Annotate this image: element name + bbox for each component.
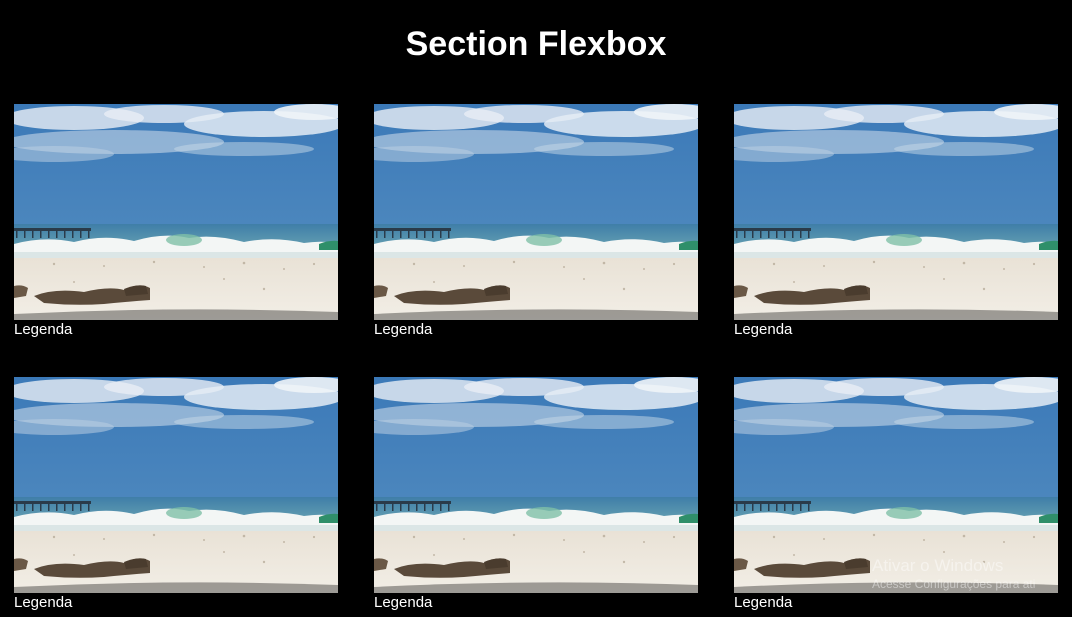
gallery-figure: Legenda — [14, 104, 338, 340]
figure-caption: Legenda — [374, 321, 433, 338]
gallery-figure: Legenda — [14, 377, 338, 613]
watermark-subtitle: Acesse Configurações para ati — [872, 577, 1036, 591]
gallery-figure: Legenda — [374, 104, 698, 340]
figure-caption: Legenda — [14, 594, 73, 611]
figure-caption: Legenda — [374, 594, 433, 611]
gallery-figure: Legenda — [734, 104, 1058, 340]
page: Section Flexbox Legenda Legenda Legenda … — [0, 0, 1072, 617]
flex-gallery: Legenda Legenda Legenda Legenda Legenda … — [14, 104, 1058, 613]
windows-activation-watermark: Ativar o Windows Acesse Configurações pa… — [872, 556, 1035, 592]
figure-caption: Legenda — [734, 321, 793, 338]
page-title: Section Flexbox — [405, 25, 667, 63]
beach-photo — [374, 104, 698, 320]
beach-photo — [14, 377, 338, 593]
beach-photo — [734, 104, 1058, 320]
figure-caption: Legenda — [14, 321, 73, 338]
watermark-title: Ativar o Windows — [872, 556, 1004, 575]
beach-photo — [14, 104, 338, 320]
beach-photo — [374, 377, 698, 593]
figure-caption: Legenda — [734, 594, 793, 611]
gallery-figure: Legenda — [374, 377, 698, 613]
